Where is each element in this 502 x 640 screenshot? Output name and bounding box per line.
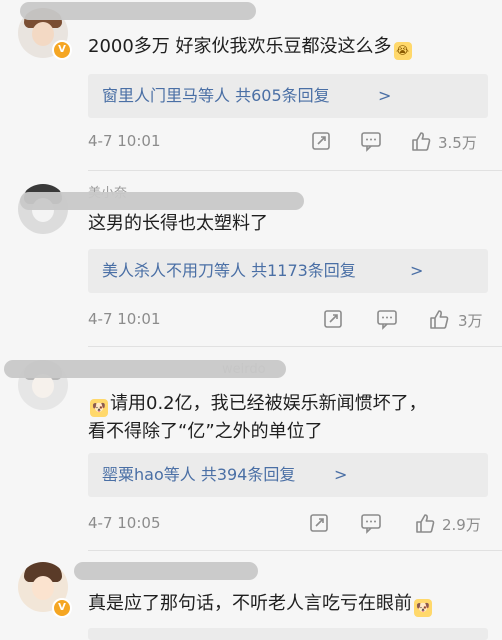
comment-icon[interactable] — [376, 308, 398, 330]
dog-emoji-icon: 🐶 — [90, 399, 108, 417]
dog-emoji-icon: 🐶 — [414, 599, 432, 617]
reply-summary-link[interactable]: 美人杀人不用刀等人 共1173条回复 > — [88, 249, 488, 293]
reply-summary-link[interactable]: 罂粟hao等人 共394条回复 > — [88, 453, 488, 497]
share-icon[interactable] — [308, 512, 330, 534]
comment-icon[interactable] — [360, 130, 382, 152]
crying-emoji-icon: 😭 — [393, 42, 412, 60]
comment-text: 🐶 请用0.2亿，我已经被娱乐新闻惯坏了， 看不得除了“亿”之外的单位了 — [88, 390, 488, 446]
comment-text: 2000多万 好家伙我欢乐豆都没这么多 😭 — [88, 33, 488, 61]
like-count: 3.5万 — [438, 134, 477, 152]
reply-summary-link[interactable]: 窗里人门里马等人 共605条回复 > — [88, 74, 488, 118]
username-redacted — [4, 360, 286, 378]
username-redacted — [74, 562, 258, 580]
like-count: 3万 — [458, 312, 483, 330]
comment-text-line2: 看不得除了“亿”之外的单位了 — [88, 421, 323, 442]
comment-text-content: 真是应了那句话，不听老人言吃亏在眼前 — [88, 593, 412, 614]
comment-time: 4-7 10:01 — [88, 310, 161, 328]
chevron-right-icon: > — [334, 465, 348, 484]
like-icon[interactable] — [414, 512, 436, 534]
comment-time: 4-7 10:05 — [88, 514, 161, 532]
comment-text-content: 2000多万 好家伙我欢乐豆都没这么多 — [88, 36, 392, 57]
reply-summary-text: 美人杀人不用刀等人 共1173条回复 — [102, 261, 356, 280]
like-icon[interactable] — [428, 308, 450, 330]
comment-icon[interactable] — [360, 512, 382, 534]
like-icon[interactable] — [410, 130, 432, 152]
avatar-face — [32, 22, 54, 46]
reply-summary-text: 窗里人门里马等人 共605条回复 — [102, 86, 330, 105]
comment-text-line1: 请用0.2亿，我已经被娱乐新闻惯坏了， — [110, 393, 427, 414]
comment-meta: 4-7 10:01 3万 — [88, 308, 488, 332]
comment-meta: 4-7 10:05 2.9万 — [88, 512, 488, 536]
like-count: 2.9万 — [442, 516, 481, 534]
avatar-face — [32, 576, 54, 600]
comment-text: 真是应了那句话，不听老人言吃亏在眼前 🐶 — [88, 590, 488, 618]
divider — [88, 170, 502, 171]
divider — [88, 550, 502, 551]
username-redacted — [20, 192, 304, 210]
share-icon[interactable] — [310, 130, 332, 152]
reply-summary-text: 罂粟hao等人 共394条回复 — [102, 465, 296, 484]
verified-badge-icon: V — [52, 40, 72, 60]
chevron-right-icon: > — [378, 86, 392, 105]
share-icon[interactable] — [322, 308, 344, 330]
comment-time: 4-7 10:01 — [88, 132, 161, 150]
username-redacted — [20, 2, 256, 20]
comment-text: 这男的长得也太塑料了 — [88, 213, 268, 234]
verified-badge-icon: V — [52, 598, 72, 618]
chevron-right-icon: > — [410, 261, 424, 280]
divider — [88, 346, 502, 347]
reply-summary-link[interactable] — [88, 628, 488, 640]
comment-meta: 4-7 10:01 3.5万 — [88, 130, 488, 154]
